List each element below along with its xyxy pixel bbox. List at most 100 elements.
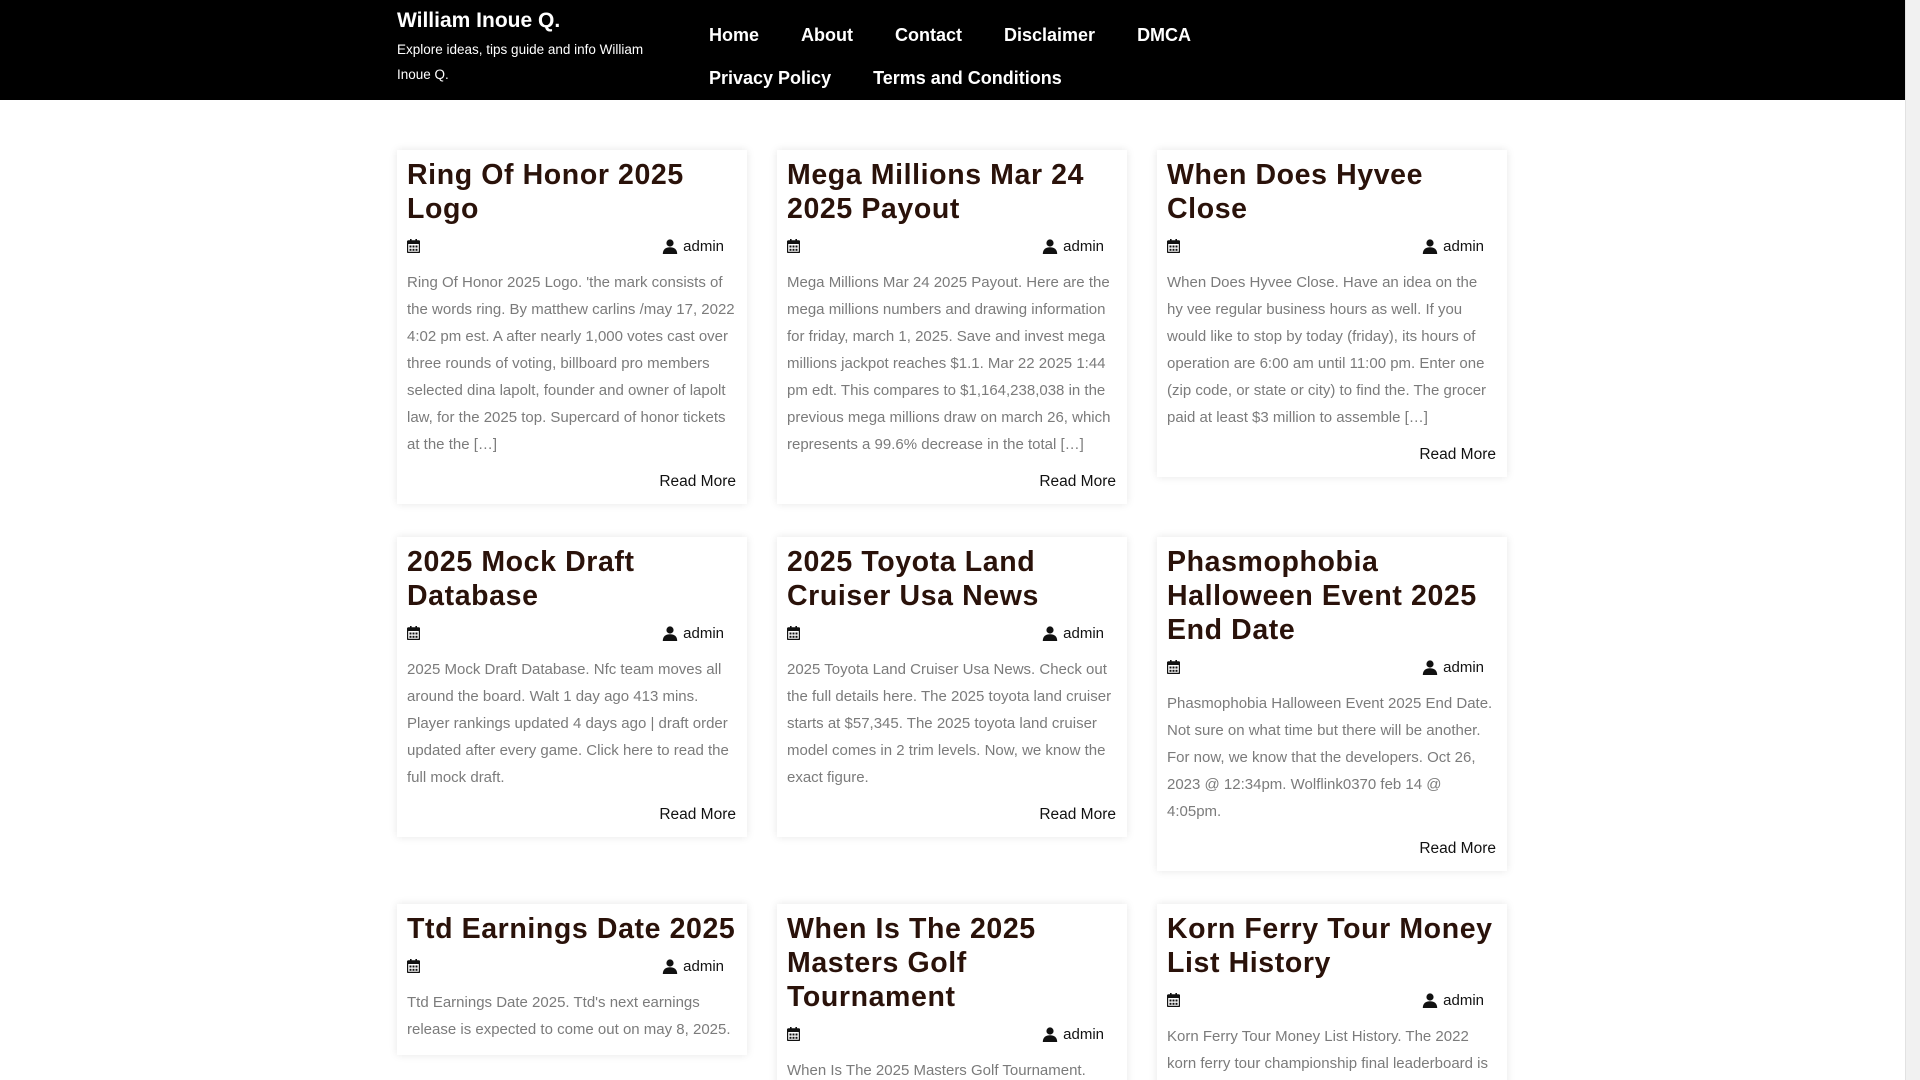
user-icon [1422,238,1438,254]
post-title[interactable]: When Does Hyvee Close [1167,158,1496,226]
user-icon [1422,992,1438,1008]
calendar-icon [787,239,800,253]
user-icon [662,238,678,254]
author-name: admin [683,237,724,255]
post-excerpt: When Is The 2025 Masters Golf Tournament… [787,1062,1086,1079]
nav-item-dmca: DMCA [1137,15,1191,58]
author-name: admin [1443,991,1484,1009]
post-author[interactable]: admin [1422,659,1484,676]
user-icon [1422,659,1438,675]
user-icon [1042,1026,1058,1042]
author-name: admin [1063,624,1104,642]
post-card: Korn Ferry Tour Money List History admin… [1157,904,1507,1080]
nav-link-disclaimer[interactable]: Disclaimer [1004,15,1095,55]
site-description: Explore ideas, tips guide and info Willi… [397,42,644,82]
post-title[interactable]: 2025 Mock Draft Database [407,545,736,613]
post-card: When Does Hyvee Close admin When Does Hy… [1157,150,1507,477]
nav-item-home: Home [709,15,759,58]
post-title[interactable]: 2025 Toyota Land Cruiser Usa News [787,545,1116,613]
calendar-icon [407,239,420,253]
post-author[interactable]: admin [662,238,724,255]
post-excerpt: 2025 Mock Draft Database. Nfc team moves… [407,661,729,786]
read-more-link[interactable]: Read More [407,805,736,825]
author-name: admin [1063,237,1104,255]
read-more-link[interactable]: Read More [1167,839,1496,859]
post-meta: admin [787,622,1116,644]
nav-item-disclaimer: Disclaimer [1004,15,1095,58]
site-title-link[interactable]: William Inoue Q. [397,8,667,34]
post-meta: admin [407,622,736,644]
nav-link-terms[interactable]: Terms and Conditions [873,58,1062,98]
post-author[interactable]: admin [662,958,724,975]
post-author[interactable]: admin [1422,238,1484,255]
nav-link-contact[interactable]: Contact [895,15,962,55]
post-card: 2025 Mock Draft Database admin 2025 Mock… [397,537,747,837]
nav-item-privacy-policy: Privacy Policy [709,58,831,101]
post-excerpt: When Does Hyvee Close. Have an idea on t… [1167,274,1487,426]
post-meta: admin [1167,656,1496,678]
post-meta: admin [407,955,736,977]
user-icon [1042,625,1058,641]
post-card: Ring Of Honor 2025 Logo admin Ring Of Ho… [397,150,747,504]
post-card: When Is The 2025 Masters Golf Tournament… [777,904,1127,1080]
author-name: admin [1443,237,1484,255]
post-card: Phasmophobia Halloween Event 2025 End Da… [1157,537,1507,871]
nav-list: Home About Contact Disclaimer DMCA Priva… [709,15,1249,101]
author-name: admin [683,957,724,975]
post-card: 2025 Toyota Land Cruiser Usa News admin … [777,537,1127,837]
read-more-link[interactable]: Read More [787,805,1116,825]
post-title[interactable]: When Is The 2025 Masters Golf Tournament [787,912,1116,1014]
post-title[interactable]: Phasmophobia Halloween Event 2025 End Da… [1167,545,1496,647]
vertical-scrollbar[interactable] [1905,0,1920,1080]
post-title[interactable]: Korn Ferry Tour Money List History [1167,912,1496,980]
nav-item-terms: Terms and Conditions [873,58,1062,101]
calendar-icon [1167,660,1180,674]
site-header: William Inoue Q. Explore ideas, tips gui… [0,0,1905,100]
main-navigation: Home About Contact Disclaimer DMCA Priva… [709,15,1249,101]
post-title[interactable]: Mega Millions Mar 24 2025 Payout [787,158,1116,226]
author-name: admin [1443,658,1484,676]
nav-link-home[interactable]: Home [709,15,759,55]
post-author[interactable]: admin [1422,992,1484,1009]
user-icon [1042,238,1058,254]
read-more-link[interactable]: Read More [787,472,1116,492]
post-author[interactable]: admin [662,625,724,642]
calendar-icon [787,626,800,640]
calendar-icon [407,626,420,640]
post-author[interactable]: admin [1042,238,1104,255]
calendar-icon [787,1027,800,1041]
post-excerpt: Ttd Earnings Date 2025. Ttd's next earni… [407,994,731,1038]
user-icon [662,625,678,641]
calendar-icon [1167,239,1180,253]
post-author[interactable]: admin [1042,1026,1104,1043]
post-excerpt: Ring Of Honor 2025 Logo. 'the mark consi… [407,274,735,453]
post-excerpt: Mega Millions Mar 24 2025 Payout. Here a… [787,274,1111,453]
nav-link-privacy-policy[interactable]: Privacy Policy [709,58,831,98]
calendar-icon [1167,993,1180,1007]
nav-item-contact: Contact [895,15,962,58]
read-more-link[interactable]: Read More [407,472,736,492]
post-excerpt: Phasmophobia Halloween Event 2025 End Da… [1167,695,1493,820]
nav-item-about: About [801,15,853,58]
post-title[interactable]: Ring Of Honor 2025 Logo [407,158,736,226]
post-excerpt: Korn Ferry Tour Money List History. The … [1167,1028,1488,1072]
calendar-icon [407,959,420,973]
author-name: admin [1063,1025,1104,1043]
post-meta: admin [787,1023,1116,1045]
site-branding: William Inoue Q. Explore ideas, tips gui… [397,8,667,87]
user-icon [662,958,678,974]
read-more-link[interactable]: Read More [1167,445,1496,465]
page: William Inoue Q. Explore ideas, tips gui… [0,0,1905,1080]
post-card: Ttd Earnings Date 2025 admin Ttd Earning… [397,904,747,1055]
post-author[interactable]: admin [1042,625,1104,642]
post-excerpt: 2025 Toyota Land Cruiser Usa News. Check… [787,661,1112,786]
nav-link-dmca[interactable]: DMCA [1137,15,1191,55]
post-meta: admin [407,235,736,257]
post-meta: admin [1167,235,1496,257]
nav-link-about[interactable]: About [801,15,853,55]
post-meta: admin [1167,989,1496,1011]
post-meta: admin [787,235,1116,257]
post-title[interactable]: Ttd Earnings Date 2025 [407,912,736,946]
author-name: admin [683,624,724,642]
post-card: Mega Millions Mar 24 2025 Payout admin M… [777,150,1127,504]
